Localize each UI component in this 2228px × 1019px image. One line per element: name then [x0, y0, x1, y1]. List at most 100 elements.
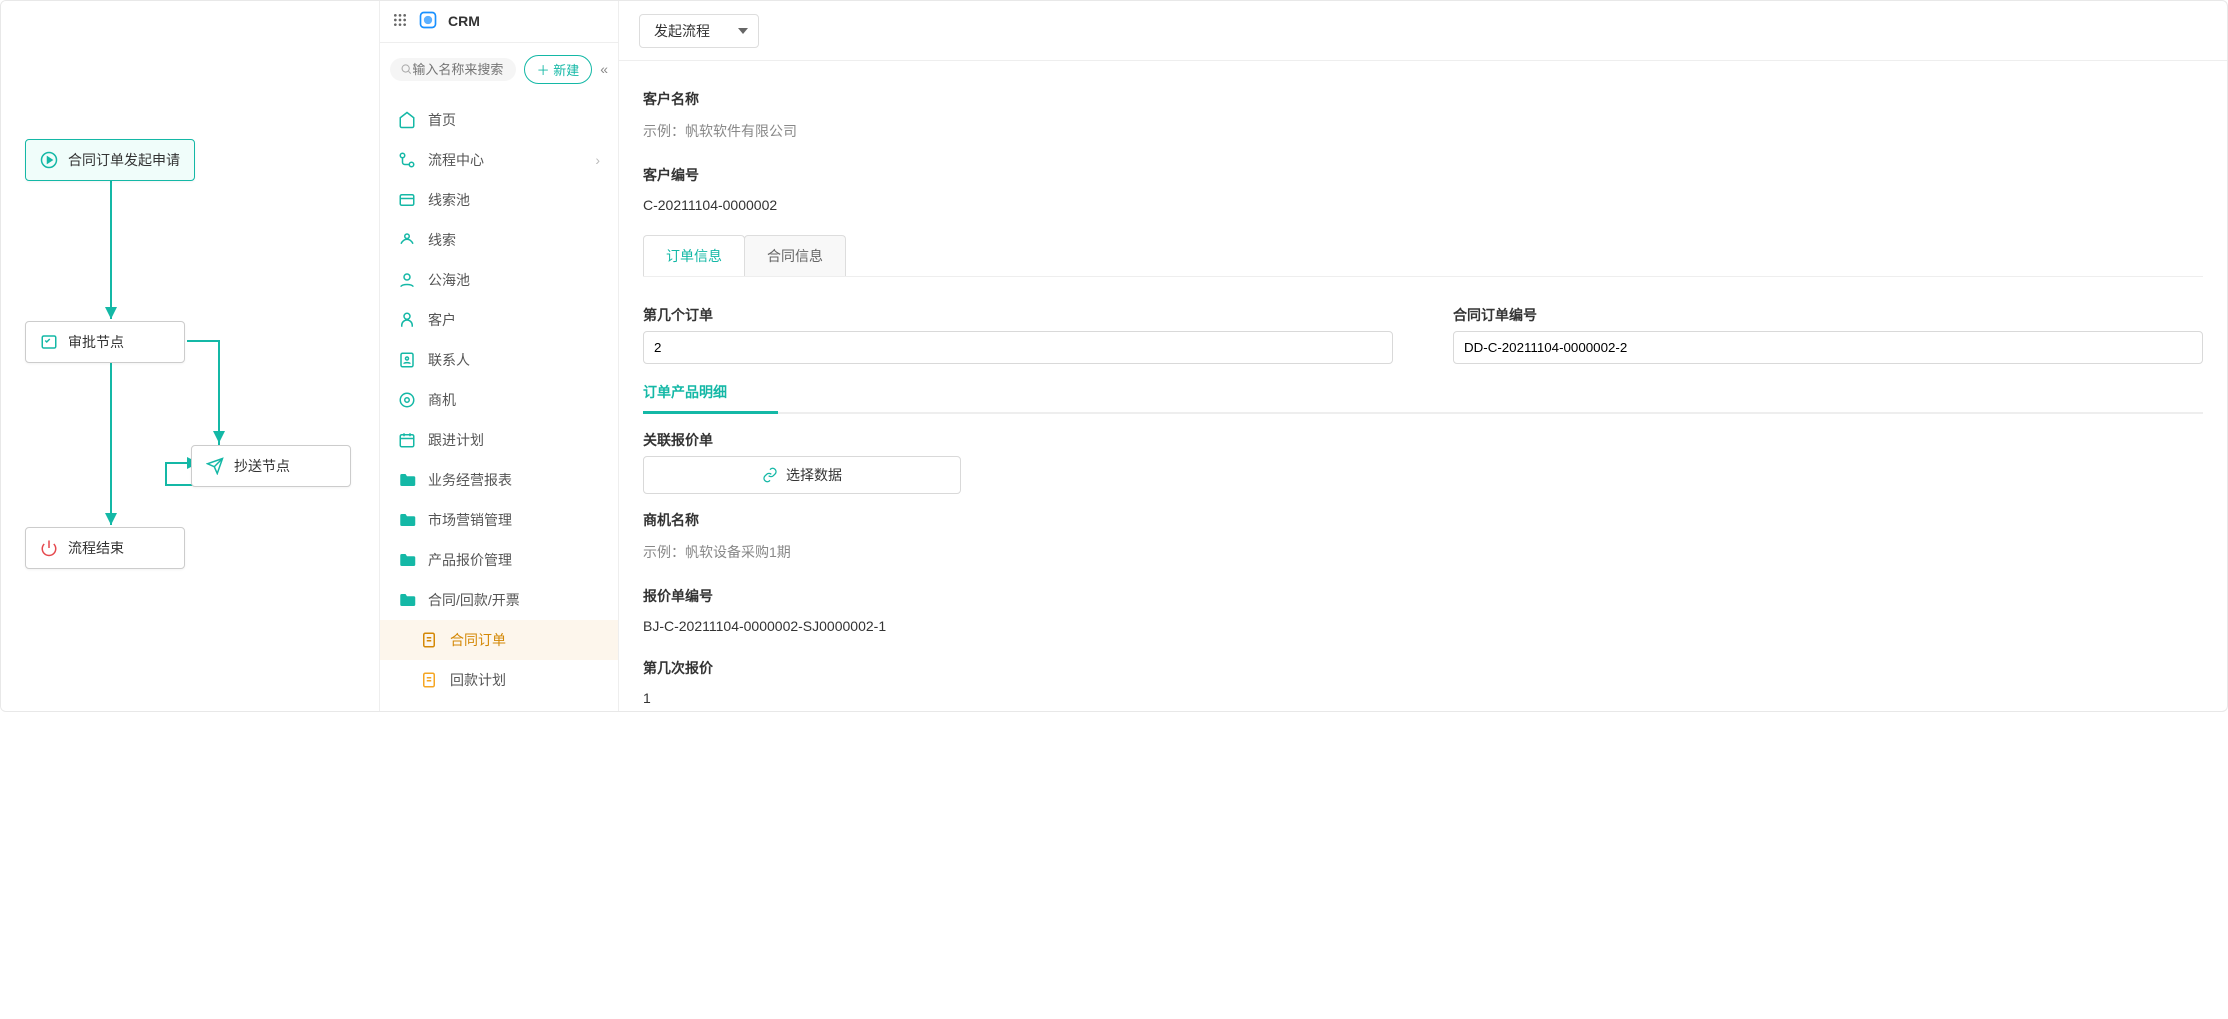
- label-quote-no: 报价单编号: [643, 586, 2203, 606]
- nav-icon: [398, 591, 416, 609]
- quote-index-value: 1: [643, 684, 2203, 711]
- sidebar-panel: CRM ＋ 新建 « 首页流程中心 › 线索池线索公海池客户联系人商机跟进计划业务经…: [379, 1, 619, 711]
- nav-label: 业务经营报表: [428, 470, 512, 490]
- section-product-detail: 订单产品明细: [643, 382, 2203, 414]
- nav-label: 流程中心: [428, 150, 484, 170]
- nav-icon: [398, 311, 416, 329]
- sidebar-item-3[interactable]: 线索: [380, 220, 618, 260]
- app-title: CRM: [448, 13, 480, 29]
- send-icon: [206, 457, 224, 475]
- sidebar-item-9[interactable]: 业务经营报表: [380, 460, 618, 500]
- sidebar-item-6[interactable]: 联系人: [380, 340, 618, 380]
- topbar: CRM: [380, 1, 618, 43]
- search-icon: [400, 62, 412, 76]
- sidebar-nav: 首页流程中心 › 线索池线索公海池客户联系人商机跟进计划业务经营报表市场营销管理产品…: [380, 96, 618, 711]
- label-order-index: 第几个订单: [643, 305, 1393, 325]
- nav-icon: [398, 151, 416, 169]
- nav-icon: [398, 271, 416, 289]
- nav-icon: [398, 471, 416, 489]
- search-input-wrapper[interactable]: [390, 58, 516, 81]
- sidebar-item-13[interactable]: 合同订单: [380, 620, 618, 660]
- flow-node-start[interactable]: 合同订单发起申请: [25, 139, 195, 181]
- nav-label: 线索: [428, 230, 456, 250]
- tabs: 订单信息 合同信息: [643, 235, 2203, 277]
- app-logo-icon: [418, 10, 438, 33]
- quote-no-value: BJ-C-20211104-0000002-SJ0000002-1: [643, 612, 2203, 648]
- sidebar-item-14[interactable]: 回款计划: [380, 660, 618, 700]
- nav-label: 客户: [428, 310, 456, 330]
- sidebar-item-5[interactable]: 客户: [380, 300, 618, 340]
- sidebar-item-11[interactable]: 产品报价管理: [380, 540, 618, 580]
- apps-grid-icon[interactable]: [392, 12, 408, 31]
- sidebar-item-1[interactable]: 流程中心 ›: [380, 140, 618, 180]
- flow-node-label: 审批节点: [68, 332, 124, 352]
- nav-label: 首页: [428, 110, 456, 130]
- nav-icon: [398, 351, 416, 369]
- sidebar-item-7[interactable]: 商机: [380, 380, 618, 420]
- flow-node-approve[interactable]: 审批节点: [25, 321, 185, 363]
- label-related-quote: 关联报价单: [643, 430, 2203, 450]
- sidebar-item-15[interactable]: 回款单: [380, 700, 618, 711]
- main-header: 发起流程: [619, 1, 2227, 61]
- sidebar-item-12[interactable]: 合同/回款/开票: [380, 580, 618, 620]
- sidebar-item-8[interactable]: 跟进计划: [380, 420, 618, 460]
- new-button[interactable]: ＋ 新建: [524, 55, 593, 84]
- tab-contract[interactable]: 合同信息: [744, 235, 846, 276]
- row-order-ids: 第几个订单 合同订单编号: [643, 295, 2203, 364]
- nav-label: 回款计划: [450, 670, 506, 690]
- label-contract-order-no: 合同订单编号: [1453, 305, 2203, 325]
- flow-action-dropdown[interactable]: 发起流程: [639, 14, 759, 48]
- nav-label: 联系人: [428, 350, 470, 370]
- nav-label: 合同订单: [450, 630, 506, 650]
- flow-node-label: 合同订单发起申请: [68, 150, 180, 170]
- main-panel: 发起流程 客户名称 示例：帆软软件有限公司 客户编号 C-20211104-00…: [619, 1, 2227, 711]
- customer-code-value: C-20211104-0000002: [643, 191, 2203, 227]
- play-icon: [40, 151, 58, 169]
- nav-icon: [398, 551, 416, 569]
- sidebar-toolbar: ＋ 新建 «: [380, 43, 618, 96]
- chevron-right-icon: ›: [595, 152, 600, 168]
- nav-label: 产品报价管理: [428, 550, 512, 570]
- power-icon: [40, 539, 58, 557]
- opportunity-name-placeholder: 示例：帆软设备采购1期: [643, 536, 2203, 576]
- nav-icon: [398, 431, 416, 449]
- nav-label: 回款单: [450, 710, 492, 711]
- label-customer-name: 客户名称: [643, 89, 2203, 109]
- select-data-label: 选择数据: [786, 465, 842, 485]
- nav-icon: [398, 391, 416, 409]
- link-icon: [762, 467, 778, 483]
- label-quote-index: 第几次报价: [643, 658, 2203, 678]
- flow-diagram-panel: 合同订单发起申请 审批节点 抄送节点 流程结束: [1, 1, 379, 711]
- nav-icon: [398, 191, 416, 209]
- dropdown-label: 发起流程: [654, 23, 710, 39]
- nav-label: 商机: [428, 390, 456, 410]
- nav-label: 市场营销管理: [428, 510, 512, 530]
- select-data-button[interactable]: 选择数据: [643, 456, 961, 494]
- nav-icon: [398, 231, 416, 249]
- flow-node-label: 流程结束: [68, 538, 124, 558]
- sidebar-item-0[interactable]: 首页: [380, 100, 618, 140]
- nav-icon: [398, 111, 416, 129]
- nav-icon: [420, 631, 438, 649]
- collapse-sidebar-icon[interactable]: «: [600, 61, 608, 77]
- flow-node-cc[interactable]: 抄送节点: [191, 445, 351, 487]
- flow-node-end[interactable]: 流程结束: [25, 527, 185, 569]
- search-input[interactable]: [412, 62, 505, 77]
- sidebar-item-4[interactable]: 公海池: [380, 260, 618, 300]
- main-body: 客户名称 示例：帆软软件有限公司 客户编号 C-20211104-0000002…: [619, 61, 2227, 711]
- app-root: 合同订单发起申请 审批节点 抄送节点 流程结束: [0, 0, 2228, 712]
- nav-icon: [398, 511, 416, 529]
- sidebar-item-10[interactable]: 市场营销管理: [380, 500, 618, 540]
- label-opportunity-name: 商机名称: [643, 510, 2203, 530]
- label-customer-code: 客户编号: [643, 165, 2203, 185]
- tab-order[interactable]: 订单信息: [643, 235, 745, 276]
- nav-label: 跟进计划: [428, 430, 484, 450]
- order-index-input[interactable]: [643, 331, 1393, 364]
- nav-label: 线索池: [428, 190, 470, 210]
- nav-label: 公海池: [428, 270, 470, 290]
- checklist-icon: [40, 333, 58, 351]
- sidebar-item-2[interactable]: 线索池: [380, 180, 618, 220]
- nav-icon: [420, 671, 438, 689]
- contract-order-no-input[interactable]: [1453, 331, 2203, 364]
- customer-name-placeholder: 示例：帆软软件有限公司: [643, 115, 2203, 155]
